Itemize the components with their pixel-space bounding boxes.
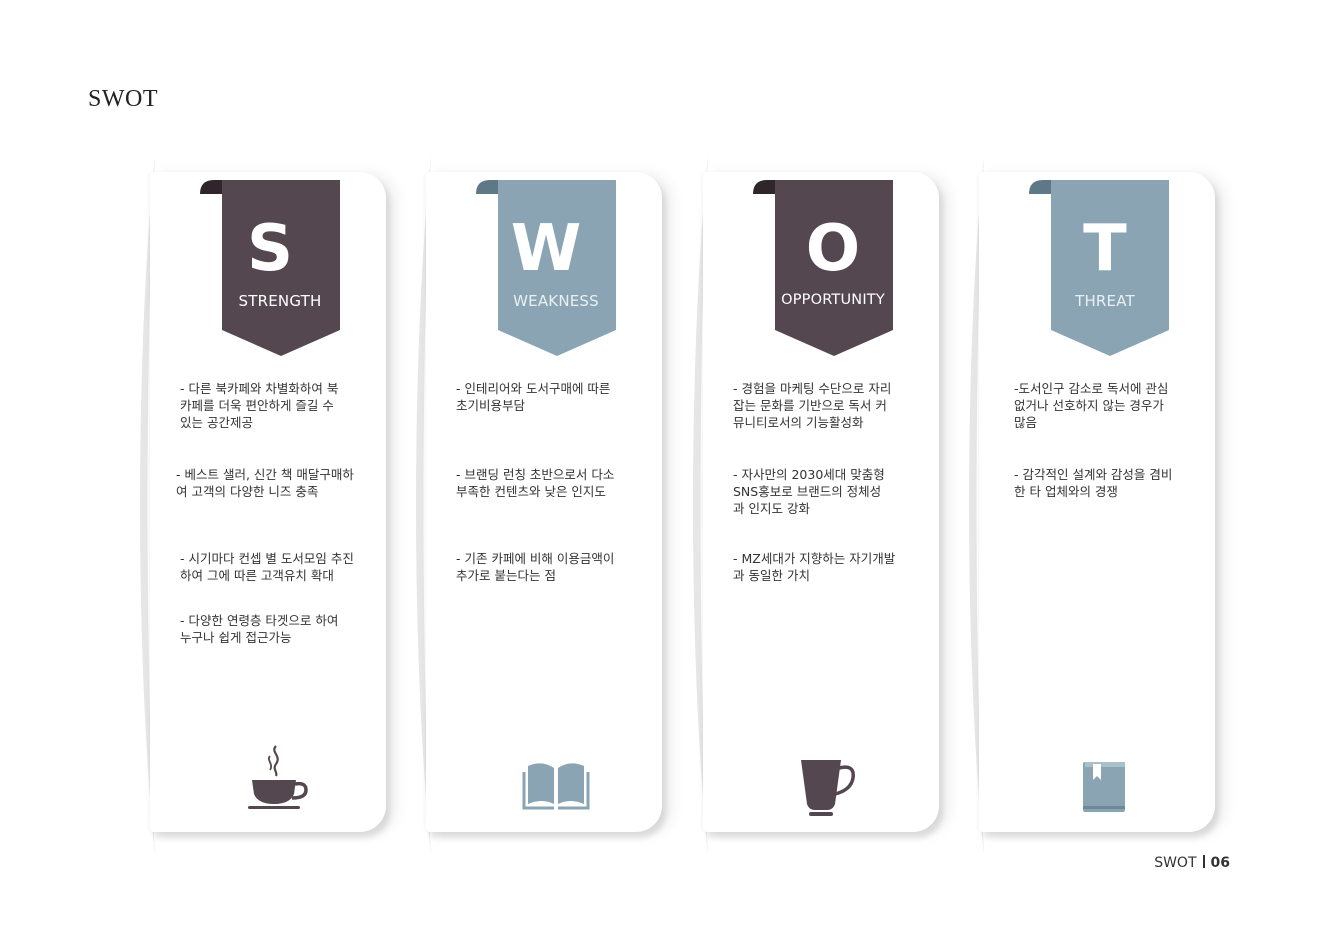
list-item: - 베스트 샐러, 신간 책 매달구매하 여 고객의 다양한 니즈 충족	[176, 467, 354, 499]
ribbon-banner-opportunity: O OPPORTUNITY	[753, 180, 893, 360]
swot-column-strength: S STRENGTH - 다른 북카페와 차별화하여 북 카페를 더욱 편안하게…	[140, 150, 402, 860]
closed-book-icon	[1083, 762, 1125, 812]
footer-separator	[1202, 855, 1205, 868]
swot-column-threat: T THREAT -도서인구 감소로 독서에 관심 없거나 선호하지 않는 경우…	[969, 150, 1231, 860]
coffee-cup-icon	[248, 745, 308, 809]
swot-label: THREAT	[1075, 292, 1135, 310]
swot-label: STRENGTH	[238, 292, 322, 310]
swot-label: OPPORTUNITY	[781, 292, 885, 308]
list-item: - 브랜딩 런칭 초반으로서 다소 부족한 컨텐츠와 낮은 인지도	[456, 467, 615, 499]
list-item: - 다른 북카페와 차별화하여 북 카페를 더욱 편안하게 즐길 수 있는 공간…	[180, 381, 339, 430]
list-item: - 경험을 마케팅 수단으로 자리 잡는 문화를 기반으로 독서 커 뮤니티로서…	[733, 381, 892, 430]
list-item: - 자사만의 2030세대 맞춤형 SNS홍보로 브랜드의 정체성 과 인지도 …	[733, 467, 885, 516]
list-item: - 기존 카페에 비해 이용금액이 추가로 붙는다는 점	[456, 551, 615, 583]
list-item: - MZ세대가 지향하는 자기개발 과 동일한 가치	[733, 551, 896, 583]
swot-label: WEAKNESS	[513, 292, 599, 310]
swot-card: W WEAKNESS - 인테리어와 도서구매에 따른 초기비용부담 - 브랜딩…	[426, 172, 662, 832]
ribbon-banner-threat: T THREAT	[1029, 180, 1169, 360]
swot-letter: T	[1083, 212, 1127, 286]
swot-card: O OPPORTUNITY - 경험을 마케팅 수단으로 자리 잡는 문화를 기…	[703, 172, 939, 832]
list-item: - 다양한 연령층 타겟으로 하여 누구나 쉽게 접근가능	[180, 613, 339, 645]
swot-letter: W	[510, 212, 582, 286]
swot-letter: O	[805, 212, 861, 286]
swot-column-weakness: W WEAKNESS - 인테리어와 도서구매에 따른 초기비용부담 - 브랜딩…	[416, 150, 678, 860]
swot-letter: S	[246, 212, 294, 286]
footer-label: SWOT	[1154, 855, 1197, 871]
swot-card: S STRENGTH - 다른 북카페와 차별화하여 북 카페를 더욱 편안하게…	[150, 172, 386, 832]
swot-column-opportunity: O OPPORTUNITY - 경험을 마케팅 수단으로 자리 잡는 문화를 기…	[693, 150, 955, 860]
list-item: -도서인구 감소로 독서에 관심 없거나 선호하지 않는 경우가 많음	[1014, 381, 1169, 430]
list-item: - 감각적인 설계와 감성을 겸비 한 타 업체와의 경쟁	[1014, 467, 1173, 499]
ribbon-banner-weakness: W WEAKNESS	[476, 180, 616, 360]
list-item: - 인테리어와 도서구매에 따른 초기비용부담	[456, 381, 611, 413]
teacup-icon	[801, 760, 855, 816]
open-book-icon	[522, 763, 590, 810]
page-title: SWOT	[88, 86, 158, 112]
page-number: 06	[1210, 855, 1230, 871]
ribbon-banner-strength: S STRENGTH	[200, 180, 340, 360]
swot-card: T THREAT -도서인구 감소로 독서에 관심 없거나 선호하지 않는 경우…	[979, 172, 1215, 832]
page-footer: SWOT 06	[1154, 855, 1230, 871]
list-item: - 시기마다 컨셉 별 도서모임 추진 하여 그에 따른 고객유치 확대	[180, 551, 354, 583]
